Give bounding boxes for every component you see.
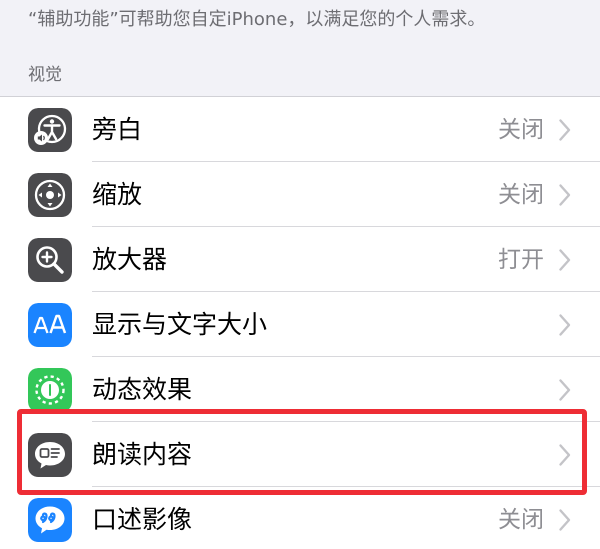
section-header-vision: 视觉 <box>28 65 62 85</box>
motion-icon <box>28 368 72 412</box>
chevron-right-icon <box>558 443 572 467</box>
list-item-zoom[interactable]: 缩放 关闭 <box>0 162 600 227</box>
list-item-label: 口述影像 <box>92 504 193 534</box>
list-item-magnifier[interactable]: 放大器 打开 <box>0 227 600 292</box>
spoken-content-icon <box>28 433 72 477</box>
list-item-spoken-content[interactable]: 朗读内容 <box>0 422 600 487</box>
list-item-value: 关闭 <box>498 116 544 143</box>
list-item-value: 打开 <box>498 246 544 273</box>
magnifier-icon <box>28 238 72 282</box>
list-item-label: 动态效果 <box>92 374 193 404</box>
audio-description-icon <box>28 498 72 542</box>
text-size-icon <box>28 303 72 347</box>
chevron-right-icon <box>558 508 572 532</box>
chevron-right-icon <box>558 248 572 272</box>
chevron-right-icon <box>558 118 572 142</box>
chevron-right-icon <box>558 378 572 402</box>
accessibility-intro-text: “辅助功能”可帮助您自定iPhone，以满足您的个人需求。 <box>28 9 486 30</box>
list-item-voiceover[interactable]: 旁白 关闭 <box>0 97 600 162</box>
list-item-display-text-size[interactable]: 显示与文字大小 <box>0 292 600 357</box>
list-item-label: 缩放 <box>92 179 143 209</box>
list-item-value: 关闭 <box>498 506 544 533</box>
accessibility-settings-page: “辅助功能”可帮助您自定iPhone，以满足您的个人需求。 视觉 旁白 关闭 缩… <box>0 0 600 549</box>
voiceover-icon <box>28 108 72 152</box>
list-item-value: 关闭 <box>498 181 544 208</box>
list-item-label: 显示与文字大小 <box>92 309 268 339</box>
vision-settings-list: 旁白 关闭 缩放 关闭 放大器 打开 显示与文字大小 动态效果 朗读内容 口述影… <box>0 96 600 549</box>
list-item-motion[interactable]: 动态效果 <box>0 357 600 422</box>
zoom-icon <box>28 173 72 217</box>
list-item-label: 旁白 <box>92 114 143 144</box>
chevron-right-icon <box>558 183 572 207</box>
list-item-label: 放大器 <box>92 244 168 274</box>
list-item-audio-descriptions[interactable]: 口述影像 关闭 <box>0 487 600 549</box>
chevron-right-icon <box>558 313 572 337</box>
list-item-label: 朗读内容 <box>92 439 193 469</box>
